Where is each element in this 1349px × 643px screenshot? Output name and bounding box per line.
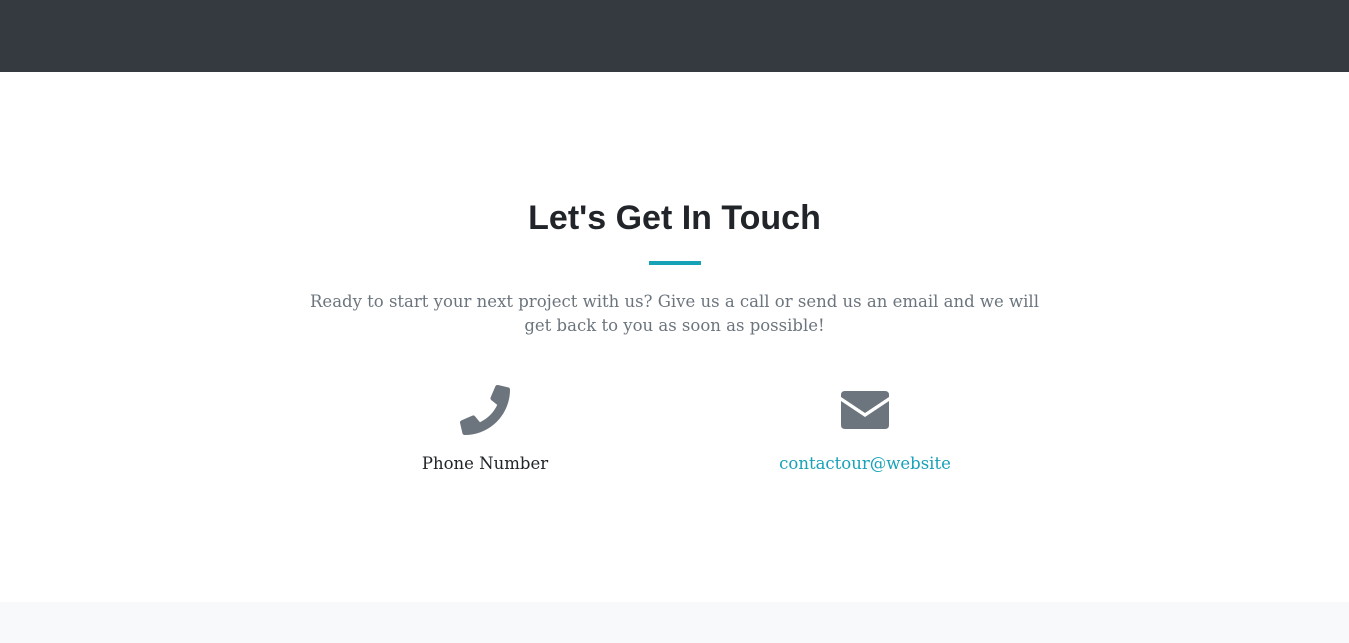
contact-lead-text: Ready to start your next project with us… (310, 292, 1039, 335)
section-heading: Let's Get In Touch (528, 199, 821, 237)
footer-band (0, 602, 1349, 643)
top-navbar (0, 0, 1349, 72)
phone-contact: Phone Number (335, 384, 635, 476)
contact-section: Let's Get In Touch Ready to start your n… (0, 72, 1349, 602)
email-link[interactable]: contactour@website (779, 452, 951, 476)
phone-icon (335, 384, 635, 436)
heading-divider (649, 261, 701, 265)
email-contact: contactour@website (715, 384, 1015, 476)
envelope-icon (715, 384, 1015, 436)
phone-number-label: Phone Number (421, 454, 549, 473)
